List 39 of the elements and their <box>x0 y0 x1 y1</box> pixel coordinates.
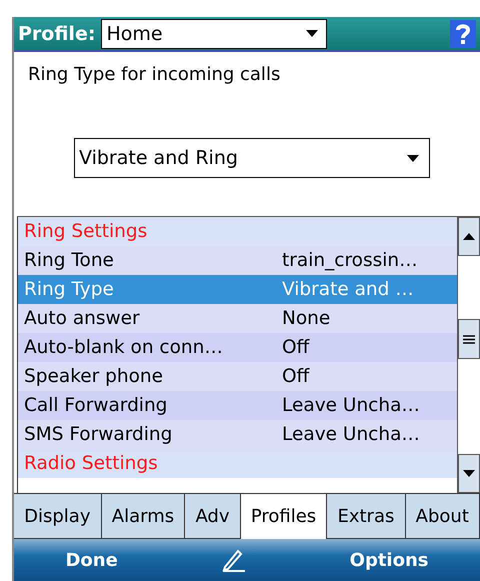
setting-value: Leave Uncha… <box>282 424 420 445</box>
caret-icon <box>407 154 419 162</box>
profile-dropdown[interactable]: Home <box>101 18 328 48</box>
setting-value: Leave Uncha… <box>282 395 420 416</box>
pen-icon[interactable] <box>220 548 247 572</box>
settings-row[interactable]: Auto answer None <box>18 304 457 333</box>
setting-label: Auto answer <box>24 308 141 329</box>
setting-value: Vibrate and … <box>282 279 414 300</box>
setting-value: train_crossin… <box>282 250 418 271</box>
scroll-up-button[interactable] <box>458 217 480 256</box>
grip-icon <box>463 334 475 344</box>
up-arrow-icon <box>463 233 475 240</box>
settings-row[interactable]: Ring Tone train_crossin… <box>18 246 457 275</box>
section-header: Ring Settings <box>18 217 457 246</box>
settings-row[interactable]: Call Forwarding Leave Uncha… <box>18 391 457 420</box>
ring-type-dropdown[interactable]: Vibrate and Ring <box>74 138 430 178</box>
setting-value: None <box>282 308 330 329</box>
help-icon[interactable] <box>450 20 476 48</box>
scroll-down-button[interactable] <box>458 454 480 493</box>
down-arrow-icon <box>463 470 475 477</box>
settings-row[interactable]: SMS Forwarding Leave Uncha… <box>18 420 457 449</box>
settings-row[interactable]: Auto-blank on conn… Off <box>18 333 457 362</box>
settings-row[interactable]: Speaker phone Off <box>18 362 457 391</box>
scroll-thumb[interactable] <box>458 319 480 359</box>
options-softkey[interactable]: Options <box>350 550 428 570</box>
description-text: Ring Type for incoming calls <box>27 63 282 87</box>
profile-label: Profile: <box>18 22 96 44</box>
done-softkey[interactable]: Done <box>65 550 118 570</box>
setting-label: SMS Forwarding <box>24 424 174 445</box>
setting-value: Off <box>282 366 310 387</box>
tab[interactable]: Profiles <box>240 494 328 539</box>
setting-label: Speaker phone <box>24 366 164 387</box>
setting-label: Ring Tone <box>24 250 115 271</box>
setting-label: Auto-blank on conn… <box>24 337 224 358</box>
setting-label: Call Forwarding <box>24 395 168 416</box>
caret-icon <box>306 30 318 37</box>
section-header: Radio Settings <box>18 449 457 478</box>
setting-value: Off <box>282 337 310 358</box>
setting-label: Ring Type <box>24 279 115 300</box>
